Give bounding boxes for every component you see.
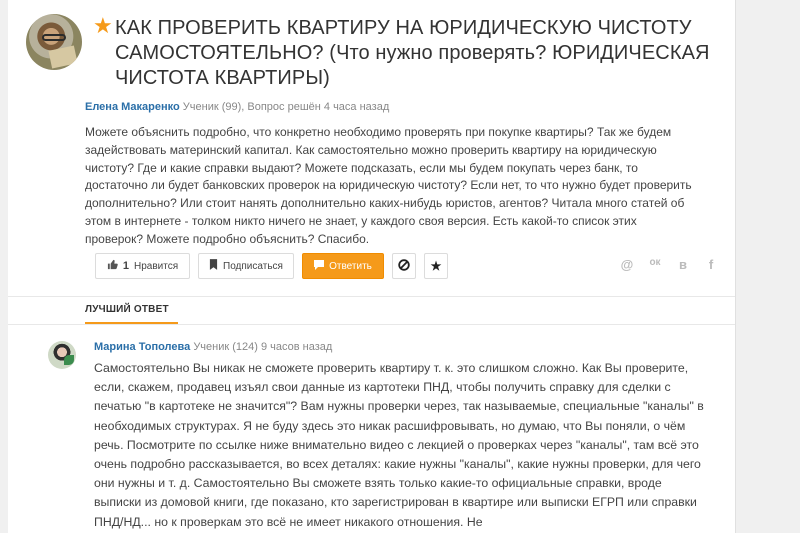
avatar-leaf: [64, 355, 74, 365]
answer-author-name[interactable]: Марина Тополева: [94, 341, 190, 353]
section-divider: [8, 324, 735, 325]
star-icon: ★: [93, 13, 113, 38]
answer-body: Самостоятельно Вы никак не сможете прове…: [94, 361, 704, 529]
avatar-book: [48, 45, 78, 69]
mail-share-icon[interactable]: @: [620, 257, 634, 272]
question-card: ★ КАК ПРОВЕРИТЬ КВАРТИРУ НА ЮРИДИЧЕСКУЮ …: [8, 0, 736, 533]
avatar-glasses: [42, 34, 66, 41]
block-icon: [398, 258, 410, 274]
like-count: 1: [122, 260, 129, 272]
share-links: @ ок в f: [620, 257, 718, 272]
block-button[interactable]: [392, 253, 416, 279]
like-button[interactable]: 1 Нравится: [95, 253, 190, 279]
question-author-meta: Ученик (99), Вопрос решён 4 часа назад: [182, 101, 390, 113]
like-label: Нравится: [133, 260, 179, 272]
author-avatar[interactable]: [26, 14, 82, 70]
question-body: Можете объяснить подробно, что конкретно…: [85, 125, 692, 246]
star-icon: ★: [430, 259, 442, 273]
answer-author-meta: Ученик (124) 9 часов назад: [193, 341, 333, 353]
best-answer-label: ЛУЧШИЙ ОТВЕТ: [85, 304, 169, 315]
answer-label: Ответить: [329, 260, 372, 272]
favorite-button[interactable]: ★: [424, 253, 448, 279]
question-title: КАК ПРОВЕРИТЬ КВАРТИРУ НА ЮРИДИЧЕСКУЮ ЧИ…: [115, 17, 710, 89]
thumbs-up-icon: [107, 259, 118, 273]
subscribe-button[interactable]: Подписаться: [198, 253, 294, 279]
facebook-share-icon[interactable]: f: [704, 257, 718, 272]
subscribe-label: Подписаться: [223, 260, 283, 272]
answer-author-avatar[interactable]: [48, 341, 76, 369]
bookmark-icon: [209, 259, 218, 273]
ok-share-icon[interactable]: ок: [648, 257, 662, 272]
section-divider: [8, 296, 735, 297]
vk-share-icon[interactable]: в: [676, 257, 690, 272]
question-author-line: Елена Макаренко Ученик (99), Вопрос решё…: [85, 101, 389, 113]
answer-author-line: Марина Тополева Ученик (124) 9 часов наз…: [94, 341, 332, 353]
answer-button[interactable]: Ответить: [302, 253, 384, 279]
question-actions: 1 Нравится Подписаться Ответить ★: [95, 253, 448, 279]
comment-icon: [314, 259, 325, 273]
question-author-name[interactable]: Елена Макаренко: [85, 101, 180, 113]
